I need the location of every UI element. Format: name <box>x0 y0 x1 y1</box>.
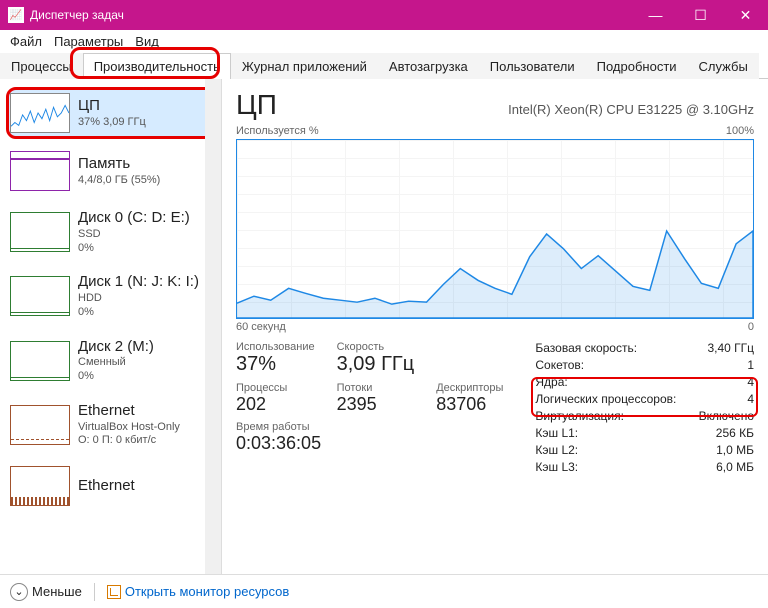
sidebar-disk2-sub1: Сменный <box>78 356 154 370</box>
processes-label: Процессы <box>236 382 315 394</box>
chevron-down-icon: ⌄ <box>10 583 28 601</box>
l1-label: Кэш L1: <box>535 426 578 440</box>
ethernet-thumb-icon <box>10 405 70 445</box>
maximize-button[interactable]: ☐ <box>678 0 723 30</box>
content: ЦП 37% 3,09 ГГц Память 4,4/8,0 ГБ (55%) … <box>0 79 768 574</box>
cpu-thumb-icon <box>10 93 70 133</box>
page-title: ЦП <box>236 89 277 121</box>
speed-value: 3,09 ГГц <box>337 353 415 376</box>
cores-value: 4 <box>747 375 754 389</box>
menubar: Файл Параметры Вид <box>0 30 768 53</box>
minimize-button[interactable]: — <box>633 0 678 30</box>
monitor-icon <box>107 585 121 599</box>
tab-processes[interactable]: Процессы <box>0 53 83 79</box>
virt-value: Включено <box>699 409 754 423</box>
fewer-label: Меньше <box>32 584 82 599</box>
sidebar-disk1-sub1: HDD <box>78 292 199 306</box>
l3-label: Кэш L3: <box>535 460 578 474</box>
handles-label: Дескрипторы <box>436 382 503 394</box>
memory-thumb-icon <box>10 151 70 191</box>
lps-label: Логических процессоров: <box>535 392 676 406</box>
sidebar-disk0-sub2: 0% <box>78 242 190 256</box>
ethernet-thumb-icon <box>10 466 70 506</box>
l2-value: 1,0 МБ <box>716 443 754 457</box>
sidebar-item-ethernet[interactable]: Ethernet VirtualBox Host-Only О: 0 П: 0 … <box>6 396 221 454</box>
graph-label-left: Используется % <box>236 125 319 137</box>
sidebar-disk1-sub2: 0% <box>78 306 199 320</box>
tab-app-history[interactable]: Журнал приложений <box>231 53 378 79</box>
disk-thumb-icon <box>10 341 70 381</box>
sidebar-eth-sub1: VirtualBox Host-Only <box>78 421 180 435</box>
uptime-label: Время работы <box>236 421 503 433</box>
tab-users[interactable]: Пользователи <box>479 53 586 79</box>
threads-value: 2395 <box>337 394 415 415</box>
utilization-label: Использование <box>236 341 315 353</box>
sidebar-item-cpu[interactable]: ЦП 37% 3,09 ГГц <box>6 87 221 139</box>
open-resource-monitor-link[interactable]: Открыть монитор ресурсов <box>107 584 289 599</box>
cpu-usage-graph[interactable] <box>236 139 754 319</box>
sidebar-eth-sub2: О: 0 П: 0 кбит/с <box>78 434 180 448</box>
sidebar-disk2-name: Диск 2 (M:) <box>78 338 154 357</box>
menu-view[interactable]: Вид <box>135 34 159 49</box>
sidebar: ЦП 37% 3,09 ГГц Память 4,4/8,0 ГБ (55%) … <box>0 79 222 574</box>
window-title: Диспетчер задач <box>30 8 633 22</box>
threads-label: Потоки <box>337 382 415 394</box>
main-panel: ЦП Intel(R) Xeon(R) CPU E31225 @ 3.10GHz… <box>222 79 768 574</box>
disk-thumb-icon <box>10 276 70 316</box>
menu-options[interactable]: Параметры <box>54 34 123 49</box>
sidebar-disk1-name: Диск 1 (N: J: K: I:) <box>78 273 199 292</box>
sidebar-item-disk2[interactable]: Диск 2 (M:) Сменный 0% <box>6 332 221 390</box>
virt-label: Виртуализация: <box>535 409 624 423</box>
sidebar-item-disk1[interactable]: Диск 1 (N: J: K: I:) HDD 0% <box>6 267 221 325</box>
graph-time-right: 0 <box>748 321 754 333</box>
speed-label: Скорость <box>337 341 415 353</box>
tab-performance[interactable]: Производительность <box>83 53 231 79</box>
divider <box>94 583 95 601</box>
disk-thumb-icon <box>10 212 70 252</box>
graph-label-right: 100% <box>726 125 754 137</box>
sidebar-cpu-name: ЦП <box>78 97 146 116</box>
sidebar-mem-name: Память <box>78 155 160 174</box>
sidebar-eth2-name: Ethernet <box>78 477 135 496</box>
base-speed-value: 3,40 ГГц <box>707 341 754 355</box>
titlebar: 📈 Диспетчер задач — ☐ ✕ <box>0 0 768 30</box>
processes-value: 202 <box>236 394 315 415</box>
sidebar-item-ethernet2[interactable]: Ethernet <box>6 460 221 512</box>
l2-label: Кэш L2: <box>535 443 578 457</box>
lps-value: 4 <box>747 392 754 406</box>
sidebar-item-memory[interactable]: Память 4,4/8,0 ГБ (55%) <box>6 145 221 197</box>
sockets-value: 1 <box>747 358 754 372</box>
app-icon: 📈 <box>8 7 24 23</box>
handles-value: 83706 <box>436 394 503 415</box>
base-speed-label: Базовая скорость: <box>535 341 637 355</box>
uptime-value: 0:03:36:05 <box>236 433 503 454</box>
sidebar-scrollbar[interactable] <box>205 79 221 574</box>
tabs: Процессы Производительность Журнал прило… <box>0 53 768 79</box>
footer: ⌄ Меньше Открыть монитор ресурсов <box>0 574 768 608</box>
tab-startup[interactable]: Автозагрузка <box>378 53 479 79</box>
utilization-value: 37% <box>236 353 315 376</box>
window-controls: — ☐ ✕ <box>633 0 768 30</box>
sidebar-eth-name: Ethernet <box>78 402 180 421</box>
cpu-model: Intel(R) Xeon(R) CPU E31225 @ 3.10GHz <box>508 102 754 117</box>
tab-details[interactable]: Подробности <box>586 53 688 79</box>
close-button[interactable]: ✕ <box>723 0 768 30</box>
open-monitor-label: Открыть монитор ресурсов <box>125 584 289 599</box>
sidebar-mem-sub: 4,4/8,0 ГБ (55%) <box>78 174 160 188</box>
stats: Использование 37% Скорость 3,09 ГГц Проц… <box>236 341 754 474</box>
sidebar-disk0-name: Диск 0 (C: D: E:) <box>78 209 190 228</box>
sidebar-item-disk0[interactable]: Диск 0 (C: D: E:) SSD 0% <box>6 203 221 261</box>
sidebar-cpu-sub: 37% 3,09 ГГц <box>78 116 146 130</box>
fewer-details-button[interactable]: ⌄ Меньше <box>10 583 82 601</box>
sidebar-disk0-sub1: SSD <box>78 228 190 242</box>
tab-services[interactable]: Службы <box>688 53 759 79</box>
cores-label: Ядра: <box>535 375 567 389</box>
l1-value: 256 КБ <box>716 426 754 440</box>
sockets-label: Сокетов: <box>535 358 584 372</box>
menu-file[interactable]: Файл <box>10 34 42 49</box>
l3-value: 6,0 МБ <box>716 460 754 474</box>
graph-time-left: 60 секунд <box>236 321 286 333</box>
sidebar-disk2-sub2: 0% <box>78 370 154 384</box>
